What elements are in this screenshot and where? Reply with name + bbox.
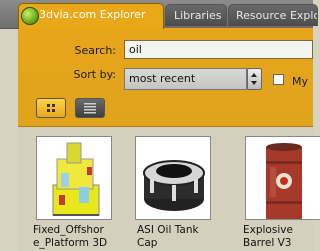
result-thumbnail-2[interactable]: [135, 136, 211, 220]
my-checkbox-label: My: [292, 75, 309, 88]
result-name-1[interactable]: Fixed_Offshor e_Platform 3D: [33, 224, 113, 250]
oil-platform-thumbnail: [52, 142, 100, 216]
grid-view-button[interactable]: [36, 98, 66, 118]
arrow-up-icon: [251, 73, 257, 77]
tab-3dvia-explorer[interactable]: 3dvia.com Explorer: [18, 3, 164, 29]
sort-label: Sort by:: [73, 68, 116, 81]
result-name-3[interactable]: Explosive Barrel V3: [243, 224, 320, 250]
result-thumbnail-1[interactable]: [36, 136, 112, 220]
result-thumbnail-3[interactable]: [245, 136, 320, 220]
sort-select[interactable]: most recent: [124, 68, 247, 90]
result-name-2[interactable]: ASI Oil Tank Cap: [137, 224, 217, 250]
explosive-barrel-thumbnail: [266, 143, 302, 219]
tab-libraries[interactable]: Libraries: [165, 4, 227, 26]
search-input[interactable]: oil: [124, 40, 313, 59]
my-checkbox[interactable]: [273, 74, 284, 85]
list-view-icon: [84, 103, 96, 114]
3dvia-logo-icon: [21, 7, 39, 25]
list-view-button[interactable]: [75, 98, 105, 118]
tab-resource-explorer[interactable]: Resource Explo: [228, 4, 318, 26]
sort-spinner[interactable]: [247, 68, 262, 90]
arrow-down-icon: [251, 81, 257, 85]
grid-view-icon: [47, 104, 55, 112]
search-label: Search:: [74, 44, 117, 57]
oil-tank-cap-thumbnail: [143, 160, 205, 211]
